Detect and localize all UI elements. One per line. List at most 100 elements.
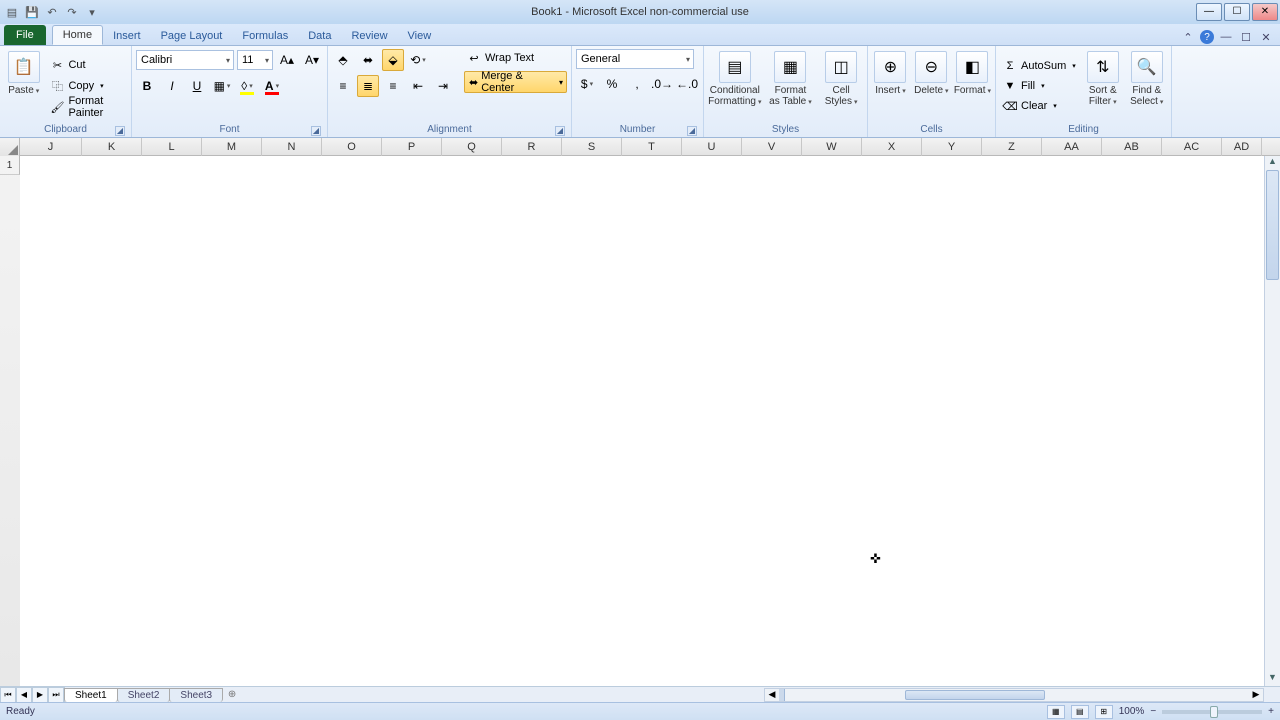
align-middle-button[interactable]: ⬌ <box>357 49 379 71</box>
undo-icon[interactable]: ↶ <box>44 4 60 20</box>
qat-more-icon[interactable]: ▾ <box>84 4 100 20</box>
wrap-text-button[interactable]: ↩Wrap Text <box>464 49 567 67</box>
vertical-scrollbar[interactable]: ▲ ▼ <box>1264 156 1280 686</box>
tab-view[interactable]: View <box>398 27 442 45</box>
scroll-right-icon[interactable]: ▶ <box>1249 689 1263 701</box>
column-header-L[interactable]: L <box>142 138 202 156</box>
column-header-X[interactable]: X <box>862 138 922 156</box>
comma-button[interactable]: , <box>626 73 648 95</box>
cells-area[interactable]: ✜ <box>20 156 1280 686</box>
column-header-N[interactable]: N <box>262 138 322 156</box>
sheet-tab-3[interactable]: Sheet3 <box>169 688 223 702</box>
font-dialog-icon[interactable]: ◢ <box>311 126 321 136</box>
align-left-button[interactable]: ≡ <box>332 75 354 97</box>
workbook-min-icon[interactable]: — <box>1218 29 1234 45</box>
save-icon[interactable]: 💾 <box>24 4 40 20</box>
tab-data[interactable]: Data <box>298 27 341 45</box>
font-name-select[interactable]: Calibri <box>136 50 234 70</box>
column-header-M[interactable]: M <box>202 138 262 156</box>
italic-button[interactable]: I <box>161 75 183 97</box>
redo-icon[interactable]: ↷ <box>64 4 80 20</box>
v-scroll-thumb[interactable] <box>1266 170 1279 280</box>
paste-button[interactable]: 📋 Paste <box>4 49 43 123</box>
column-header-T[interactable]: T <box>622 138 682 156</box>
column-header-AD[interactable]: AD <box>1222 138 1262 156</box>
page-layout-view-button[interactable]: ▤ <box>1071 705 1089 719</box>
file-tab[interactable]: File <box>4 25 46 45</box>
sheet-nav-last[interactable]: ⏭ <box>48 687 64 703</box>
sheet-tab-1[interactable]: Sheet1 <box>64 688 118 702</box>
cell-styles-button[interactable]: ◫Cell Styles <box>819 49 863 123</box>
h-scroll-split[interactable] <box>779 689 785 701</box>
alignment-dialog-icon[interactable]: ◢ <box>555 126 565 136</box>
cut-button[interactable]: ✂Cut <box>47 56 127 74</box>
tab-review[interactable]: Review <box>341 27 397 45</box>
underline-button[interactable]: U <box>186 75 208 97</box>
minimize-button[interactable]: — <box>1196 3 1222 21</box>
clear-button[interactable]: ⌫Clear▾ <box>1000 97 1079 115</box>
increase-indent-button[interactable]: ⇥ <box>432 75 454 97</box>
delete-cells-button[interactable]: ⊖Delete <box>913 49 950 123</box>
workbook-max-icon[interactable]: ☐ <box>1238 29 1254 45</box>
format-as-table-button[interactable]: ▦Format as Table <box>766 49 816 123</box>
percent-button[interactable]: % <box>601 73 623 95</box>
zoom-slider[interactable] <box>1162 710 1262 714</box>
column-header-P[interactable]: P <box>382 138 442 156</box>
zoom-out-button[interactable]: − <box>1150 706 1156 717</box>
zoom-knob[interactable] <box>1210 706 1218 718</box>
column-header-AA[interactable]: AA <box>1042 138 1102 156</box>
column-header-Q[interactable]: Q <box>442 138 502 156</box>
scroll-left-icon[interactable]: ◀ <box>765 689 779 701</box>
align-bottom-button[interactable]: ⬙ <box>382 49 404 71</box>
conditional-formatting-button[interactable]: ▤Conditional Formatting <box>708 49 762 123</box>
scroll-down-icon[interactable]: ▼ <box>1265 672 1280 686</box>
shrink-font-button[interactable]: A▾ <box>301 49 323 71</box>
autosum-button[interactable]: ΣAutoSum▾ <box>1000 57 1079 75</box>
column-header-Y[interactable]: Y <box>922 138 982 156</box>
format-painter-button[interactable]: 🖌Format Painter <box>47 98 127 116</box>
orientation-button[interactable]: ⟲ <box>407 49 429 71</box>
increase-decimal-button[interactable]: .0→ <box>651 73 673 95</box>
sort-filter-button[interactable]: ⇅Sort & Filter <box>1083 49 1123 123</box>
column-header-Z[interactable]: Z <box>982 138 1042 156</box>
new-sheet-button[interactable]: ⊕ <box>223 689 241 700</box>
fill-color-button[interactable]: ◊ <box>236 75 258 97</box>
accounting-format-button[interactable]: $ <box>576 73 598 95</box>
page-break-view-button[interactable]: ⊞ <box>1095 705 1113 719</box>
sheet-tab-2[interactable]: Sheet2 <box>117 688 171 702</box>
decrease-decimal-button[interactable]: ←.0 <box>676 73 698 95</box>
copy-button[interactable]: ⿻Copy▾ <box>47 77 127 95</box>
align-center-button[interactable]: ≣ <box>357 75 379 97</box>
clipboard-dialog-icon[interactable]: ◢ <box>115 126 125 136</box>
borders-button[interactable]: ▦ <box>211 75 233 97</box>
merge-center-button[interactable]: ⬌Merge & Center <box>464 71 567 93</box>
format-cells-button[interactable]: ◧Format <box>954 49 991 123</box>
find-select-button[interactable]: 🔍Find & Select <box>1127 49 1167 123</box>
column-header-W[interactable]: W <box>802 138 862 156</box>
column-header-K[interactable]: K <box>82 138 142 156</box>
close-button[interactable]: ✕ <box>1252 3 1278 21</box>
decrease-indent-button[interactable]: ⇤ <box>407 75 429 97</box>
workbook-close-icon[interactable]: ✕ <box>1258 29 1274 45</box>
column-header-AB[interactable]: AB <box>1102 138 1162 156</box>
align-right-button[interactable]: ≡ <box>382 75 404 97</box>
tab-page-layout[interactable]: Page Layout <box>151 27 233 45</box>
maximize-button[interactable]: ☐ <box>1224 3 1250 21</box>
column-header-R[interactable]: R <box>502 138 562 156</box>
number-format-select[interactable]: General <box>576 49 694 69</box>
horizontal-scrollbar[interactable]: ◀ ▶ <box>764 688 1264 702</box>
tab-insert[interactable]: Insert <box>103 27 151 45</box>
help-icon[interactable]: ? <box>1200 30 1214 44</box>
column-header-AC[interactable]: AC <box>1162 138 1222 156</box>
scroll-up-icon[interactable]: ▲ <box>1265 156 1280 170</box>
bold-button[interactable]: B <box>136 75 158 97</box>
number-dialog-icon[interactable]: ◢ <box>687 126 697 136</box>
insert-cells-button[interactable]: ⊕Insert <box>872 49 909 123</box>
select-all-corner[interactable] <box>0 138 20 156</box>
column-header-J[interactable]: J <box>20 138 82 156</box>
ribbon-minimize-icon[interactable]: ⌃ <box>1180 29 1196 45</box>
column-header-V[interactable]: V <box>742 138 802 156</box>
h-scroll-thumb[interactable] <box>905 690 1045 700</box>
column-header-U[interactable]: U <box>682 138 742 156</box>
normal-view-button[interactable]: ▦ <box>1047 705 1065 719</box>
